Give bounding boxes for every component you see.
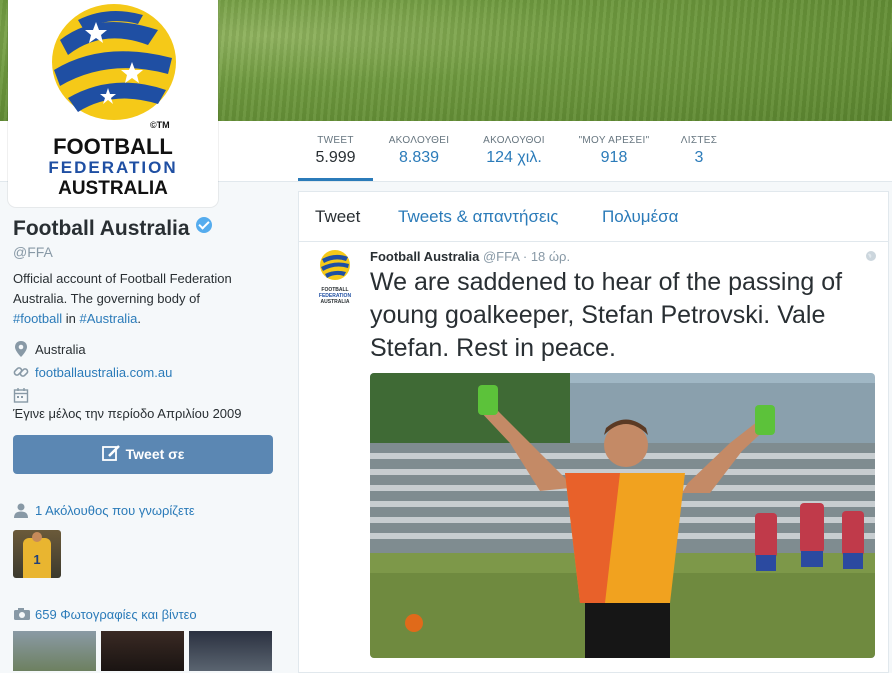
media-thumbnail[interactable] [189,631,272,671]
profile-name[interactable]: Football Australia [13,217,190,240]
stat-value: 918 [600,149,628,166]
profile-joined-date: Έγινε μέλος την περίοδο Απριλίου 2009 [13,406,242,421]
bio-line: Official account of Football Federation [13,271,232,286]
jersey-number: 1 [33,552,41,567]
stat-value: 5.999 [315,149,356,166]
stat-value: 8.839 [398,149,440,166]
photos-videos-link[interactable]: 659 Φωτογραφίες και βίντεο [35,607,197,622]
timeline-tabs: Tweet Tweets & απαντήσεις Πολυμέσα [299,192,888,242]
stat-following[interactable]: ΑΚΟΛΟΥΘΕΙ 8.839 [383,121,455,181]
tweet-photo[interactable] [370,373,875,658]
link-icon [13,367,29,377]
tweet-to-button[interactable]: Tweet σε [13,435,273,474]
media-thumbnail[interactable] [101,631,184,671]
calendar-icon [13,388,29,403]
tweet-author-avatar[interactable]: FOOTBALL FEDERATION AUSTRALIA [315,248,355,305]
logo-line-federation: FEDERATION [48,158,178,177]
verified-badge-icon [195,217,212,233]
stat-label: "ΜΟΥ ΑΡΕΣΕΙ" [578,135,650,146]
small-logo-line: AUSTRALIA [320,299,350,305]
tab-tweets-replies[interactable]: Tweets & απαντήσεις [398,207,559,227]
stat-lists[interactable]: ΛΙΣΤΕΣ 3 [676,121,722,181]
stat-value: 124 χιλ. [486,149,542,166]
camera-icon [14,608,30,620]
logo-line-australia: AUSTRALIA [58,178,168,199]
profile-name-row: Football Australia [13,217,212,241]
photos-videos-text[interactable]: 659 Φωτογραφίες και βίντεο [35,607,197,622]
bio-period: . [137,311,141,326]
profile-avatar[interactable]: ©TM FOOTBALL FEDERATION AUSTRALIA [8,0,218,207]
timeline-panel: Tweet Tweets & απαντήσεις Πολυμέσα FOOTB… [298,191,889,673]
ffa-small-logo-icon [320,250,350,280]
follower-avatar[interactable]: 1 [13,530,61,578]
stat-label: ΑΚΟΛΟΥΘΟΙ [483,135,545,146]
logo-line-football: FOOTBALL [53,134,173,159]
tweet-header: Football Australia @FFA · 18 ώρ. [370,249,570,264]
stat-label: ΛΙΣΤΕΣ [680,135,718,146]
location-pin-icon [15,341,27,357]
tweet-separator: · [519,249,531,264]
bio-line: Australia. The governing body of [13,291,200,306]
logo-mark-text: ©TM [150,120,170,130]
bio-line-tags: #football in #Australia. [13,309,263,329]
stat-value: 3 [694,149,704,166]
tweet-to-label: Tweet σε [125,446,185,462]
ffa-logo-icon: ©TM [52,4,176,130]
profile-handle[interactable]: @FFA [13,244,53,260]
followers-you-know-text[interactable]: 1 Ακόλουθος που γνωρίζετε [35,503,195,518]
profile-bio: Official account of Football Federation … [13,269,263,329]
tweet-author-handle[interactable]: @FFA [483,249,519,264]
stat-tweets[interactable]: TWEET 5.999 [298,121,373,181]
stat-likes[interactable]: "ΜΟΥ ΑΡΕΣΕΙ" 918 [575,121,653,181]
tab-media[interactable]: Πολυμέσα [602,207,679,227]
stat-followers[interactable]: ΑΚΟΛΟΥΘΟΙ 124 χιλ. [478,121,550,181]
tweet-text: We are saddened to hear of the passing o… [370,268,843,362]
person-icon [14,503,28,518]
compose-icon [101,445,120,461]
goalkeeper-photo [370,373,875,658]
stat-label: TWEET [317,135,354,146]
tweet-author-name[interactable]: Football Australia [370,249,479,264]
globe-icon[interactable] [865,250,877,262]
hashtag-football-link[interactable]: #football [13,311,62,326]
tab-tweets[interactable]: Tweet [315,207,360,227]
hashtag-australia-link[interactable]: #Australia [80,311,138,326]
bio-connector: in [62,311,80,326]
profile-location: Australia [35,342,86,357]
followers-you-know-link[interactable]: 1 Ακόλουθος που γνωρίζετε [35,503,195,518]
profile-website-link[interactable]: footballaustralia.com.au [35,365,172,380]
tweet-timestamp[interactable]: 18 ώρ. [531,249,570,264]
stat-label: ΑΚΟΛΟΥΘΕΙ [388,135,450,146]
media-thumbnail[interactable] [13,631,96,671]
